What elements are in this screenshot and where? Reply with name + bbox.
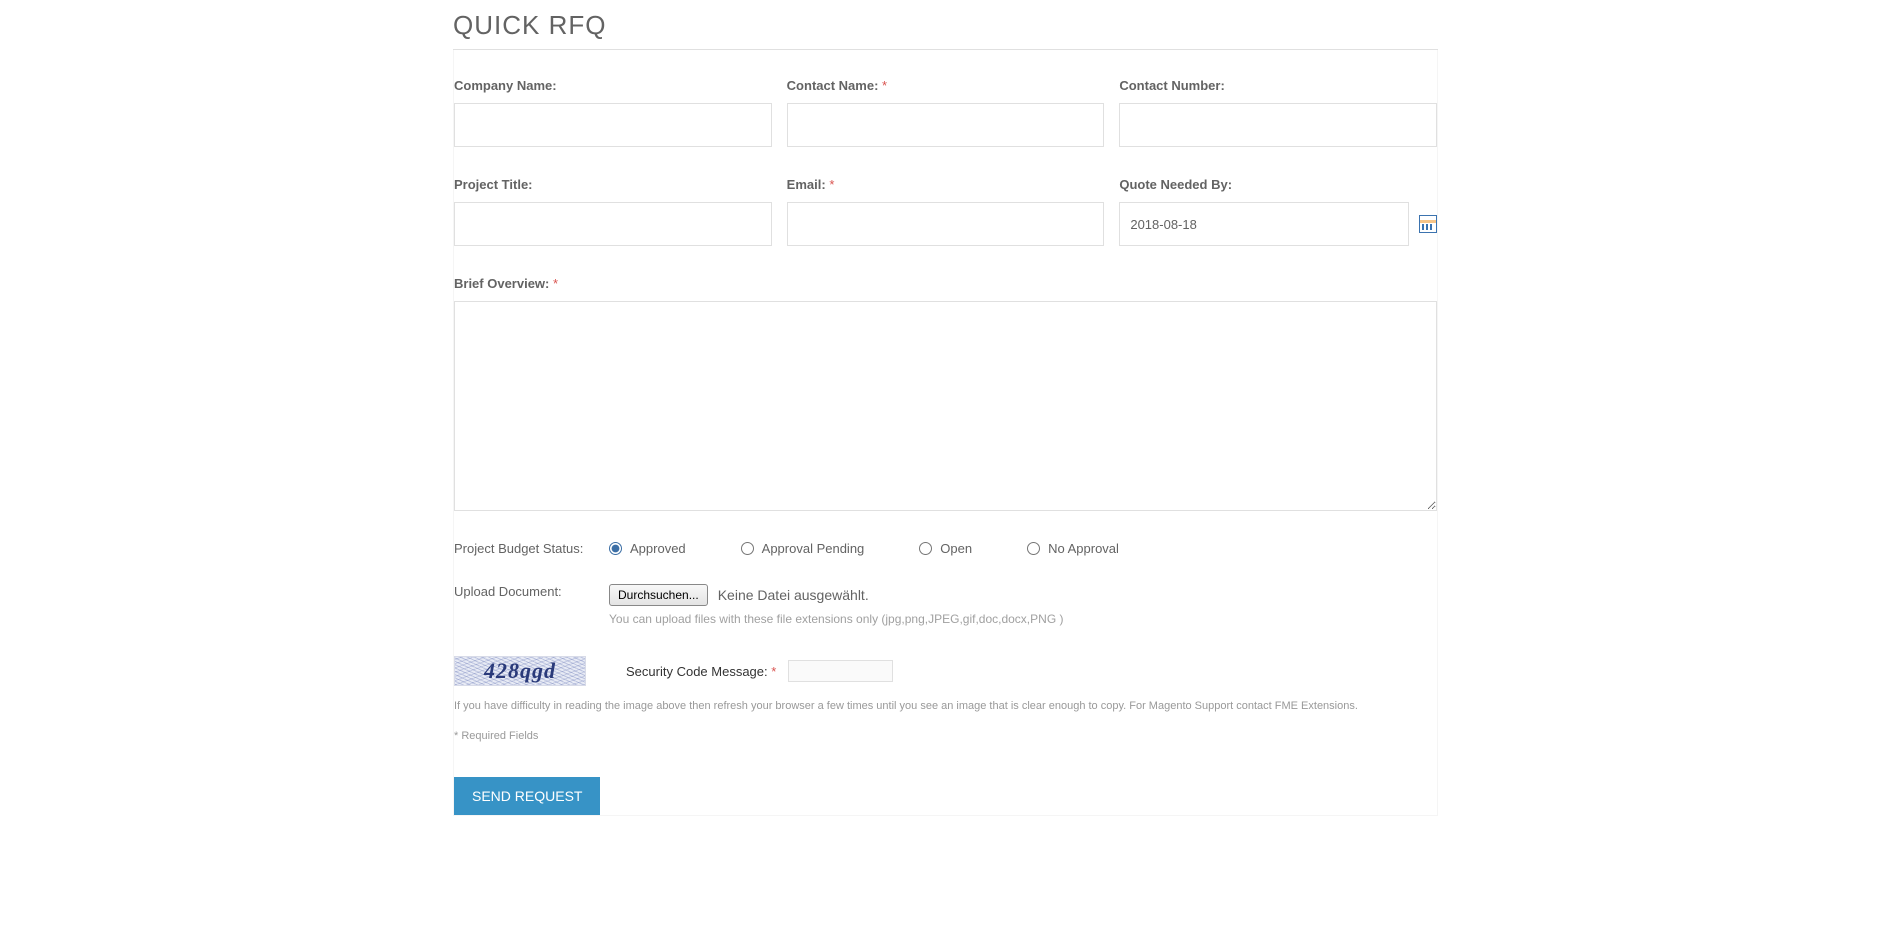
rfq-form: Company Name: Contact Name: * Contact Nu… xyxy=(453,50,1438,816)
email-input[interactable] xyxy=(787,202,1105,246)
brief-overview-label: Brief Overview: * xyxy=(454,276,1437,291)
upload-document-row: Upload Document: Durchsuchen... Keine Da… xyxy=(454,584,1437,606)
email-label-text: Email: xyxy=(787,177,826,192)
budget-status-options: Approved Approval Pending Open No Approv… xyxy=(609,541,1119,556)
security-code-label: Security Code Message: * xyxy=(626,664,776,679)
send-request-button[interactable]: SEND REQUEST xyxy=(454,777,600,815)
budget-option-open[interactable]: Open xyxy=(919,541,972,556)
email-label: Email: * xyxy=(787,177,1105,192)
required-fields-note: * Required Fields xyxy=(454,730,1437,742)
contact-name-input[interactable] xyxy=(787,103,1105,147)
budget-status-label: Project Budget Status: xyxy=(454,541,609,556)
budget-option-no-approval[interactable]: No Approval xyxy=(1027,541,1119,556)
file-status: Keine Datei ausgewählt. xyxy=(718,587,869,603)
budget-status-row: Project Budget Status: Approved Approval… xyxy=(454,541,1437,556)
contact-name-field: Contact Name: * xyxy=(787,78,1105,147)
required-asterisk: * xyxy=(771,664,776,679)
company-name-input[interactable] xyxy=(454,103,772,147)
captcha-note: If you have difficulty in reading the im… xyxy=(454,700,1437,712)
project-title-field: Project Title: xyxy=(454,177,772,246)
budget-option-label: Approved xyxy=(630,541,686,556)
brief-overview-field: Brief Overview: * xyxy=(454,276,1437,511)
contact-name-label: Contact Name: * xyxy=(787,78,1105,93)
project-title-label: Project Title: xyxy=(454,177,772,192)
budget-radio-open[interactable] xyxy=(919,542,932,555)
contact-number-input[interactable] xyxy=(1119,103,1437,147)
page-title: QUICK RFQ xyxy=(453,10,1438,50)
budget-option-approved[interactable]: Approved xyxy=(609,541,686,556)
captcha-image: 428qgd xyxy=(454,656,586,686)
budget-radio-approved[interactable] xyxy=(609,542,622,555)
upload-document-label: Upload Document: xyxy=(454,584,609,599)
budget-option-label: Approval Pending xyxy=(762,541,865,556)
company-name-field: Company Name: xyxy=(454,78,772,147)
budget-option-approval-pending[interactable]: Approval Pending xyxy=(741,541,865,556)
budget-option-label: No Approval xyxy=(1048,541,1119,556)
quote-needed-by-field: Quote Needed By: xyxy=(1119,177,1437,246)
brief-overview-label-text: Brief Overview: xyxy=(454,276,549,291)
security-code-label-text: Security Code Message: xyxy=(626,664,768,679)
captcha-row: 428qgd Security Code Message: * xyxy=(454,656,1437,686)
company-name-label: Company Name: xyxy=(454,78,772,93)
quote-needed-by-input[interactable] xyxy=(1119,202,1409,246)
brief-overview-input[interactable] xyxy=(454,301,1437,511)
upload-hint: You can upload files with these file ext… xyxy=(609,612,1437,626)
required-asterisk: * xyxy=(882,78,887,93)
required-asterisk: * xyxy=(829,177,834,192)
budget-radio-approval-pending[interactable] xyxy=(741,542,754,555)
contact-number-field: Contact Number: xyxy=(1119,78,1437,147)
security-code-input[interactable] xyxy=(788,660,893,682)
quote-needed-by-label: Quote Needed By: xyxy=(1119,177,1437,192)
contact-number-label: Contact Number: xyxy=(1119,78,1437,93)
required-asterisk: * xyxy=(553,276,558,291)
email-field: Email: * xyxy=(787,177,1105,246)
budget-radio-no-approval[interactable] xyxy=(1027,542,1040,555)
budget-option-label: Open xyxy=(940,541,972,556)
calendar-icon[interactable] xyxy=(1419,215,1437,233)
contact-name-label-text: Contact Name: xyxy=(787,78,879,93)
captcha-code: 428qgd xyxy=(484,658,556,683)
browse-button[interactable]: Durchsuchen... xyxy=(609,584,708,606)
project-title-input[interactable] xyxy=(454,202,772,246)
